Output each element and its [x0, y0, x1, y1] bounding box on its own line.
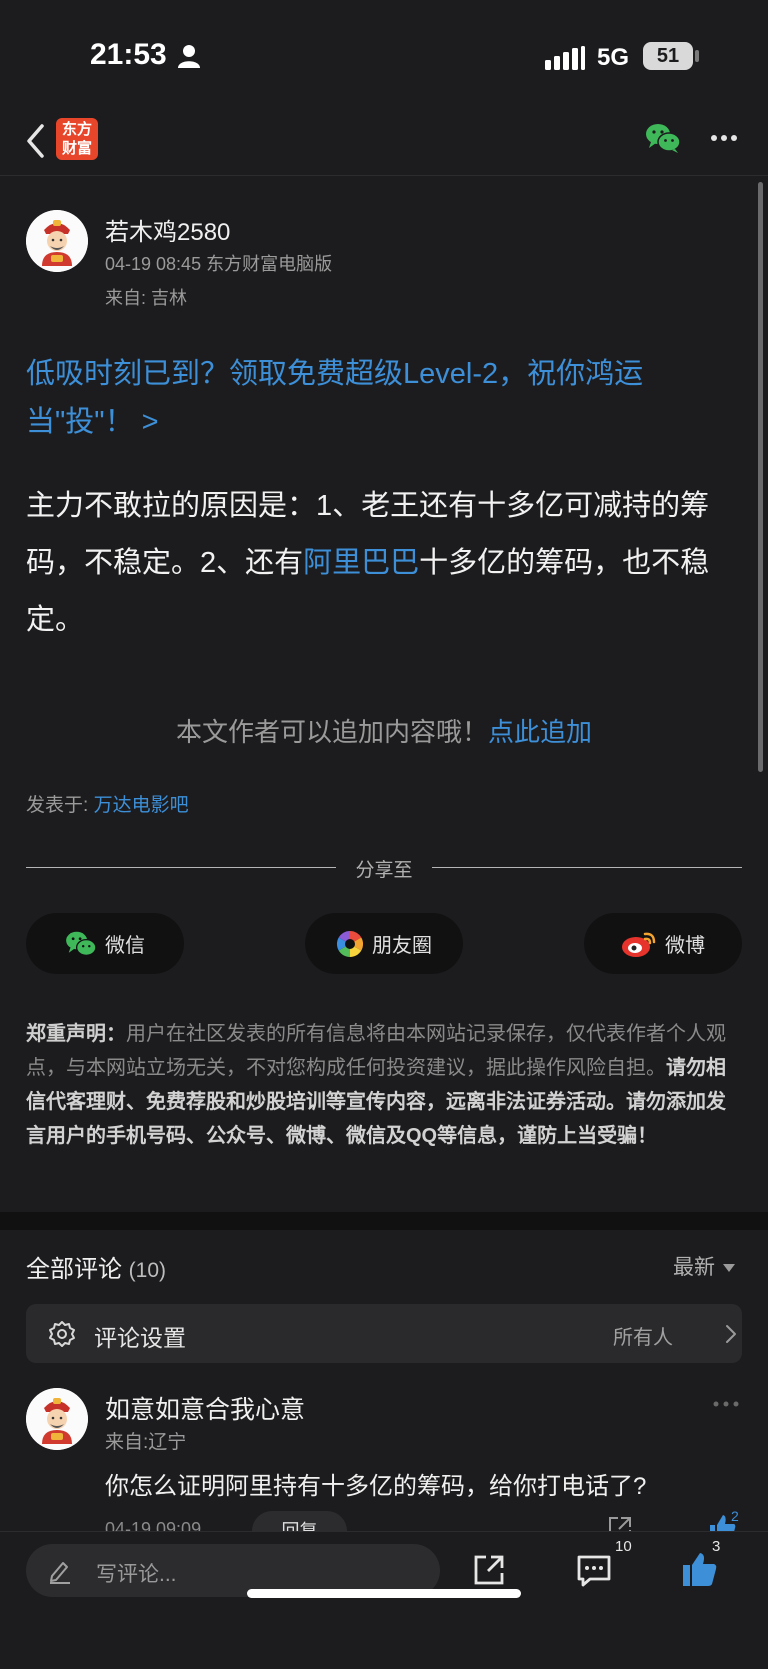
comment-settings-row[interactable]: 评论设置 所有人: [26, 1304, 742, 1363]
battery-tip: [695, 50, 699, 62]
promo-link[interactable]: 低吸时刻已到？领取免费超级Level-2，祝你鸿运当"投"！ >: [26, 350, 726, 446]
append-text: 本文作者可以追加内容哦！: [175, 717, 488, 747]
comment-actions-row: 04-19 09:09 回复: [0, 1505, 768, 1531]
person-icon: [178, 45, 200, 68]
comment-share-icon[interactable]: [607, 1515, 633, 1531]
post-location: 来自: 吉林: [105, 288, 188, 308]
fortune-god-avatar-icon: [26, 210, 88, 272]
battery-level: 51: [656, 45, 680, 67]
stock-link[interactable]: 阿里巴巴: [303, 547, 419, 579]
moments-aperture-icon: [336, 930, 364, 957]
disclaimer: 郑重声明：用户在社区发表的所有信息将由本网站记录保存，仅代表作者个人观点，与本网…: [26, 1017, 744, 1153]
chevron-right-icon: [726, 1325, 736, 1343]
pencil-icon: [50, 1562, 70, 1584]
append-link[interactable]: 点此追加: [488, 717, 592, 747]
comment-icon[interactable]: [576, 1554, 612, 1588]
nav-bar: 东方 财富: [0, 110, 768, 176]
disclaimer-label: 郑重声明：: [26, 1023, 126, 1045]
append-prompt: 本文作者可以追加内容哦！点此追加: [0, 712, 768, 749]
comment-date: 04-19 09:09: [105, 1519, 202, 1531]
comment-input-placeholder: 写评论...: [96, 1563, 177, 1586]
back-arrow-icon[interactable]: [24, 122, 46, 160]
share-title: 分享至: [355, 860, 413, 881]
post-body: 主力不敢拉的原因是：1、老王还有十多亿可减持的筹码，不稳定。2、还有阿里巴巴十多…: [26, 478, 744, 649]
share-wechat-label: 微信: [105, 935, 145, 957]
post-meta: 04-19 08:45 东方财富电脑版: [105, 254, 333, 274]
battery-icon: 51: [643, 42, 693, 70]
published-bar-link[interactable]: 万达电影吧: [94, 795, 189, 816]
comment-count-badge: 10: [615, 1538, 632, 1555]
logo-line-1: 东方: [61, 121, 92, 138]
share-weibo-button[interactable]: 微博: [584, 913, 742, 974]
status-time: 21:53: [90, 38, 167, 71]
author-name[interactable]: 若木鸡2580: [105, 212, 230, 247]
comment-text: 你怎么证明阿里持有十多亿的筹码，给你打电话了?: [105, 1473, 647, 1500]
comments-count: (10): [128, 1259, 167, 1282]
like-icon[interactable]: [680, 1550, 718, 1588]
gear-icon: [49, 1321, 75, 1347]
sort-dropdown[interactable]: 最新: [673, 1251, 735, 1281]
disclaimer-text: 用户在社区发表的所有信息将由本网站记录保存，仅代表作者个人观点，与本网站立场无关…: [26, 1023, 726, 1079]
logo-line-2: 财富: [61, 140, 92, 157]
share-weibo-label: 微博: [665, 935, 705, 957]
signal-icon: [545, 46, 585, 70]
bottom-bar: 写评论... 10 3: [0, 1531, 768, 1669]
author-avatar[interactable]: [26, 210, 88, 272]
sort-label: 最新: [673, 1256, 715, 1279]
comments-header: 全部评论 (10): [26, 1249, 166, 1284]
comment-settings-label: 评论设置: [94, 1325, 186, 1351]
comment-like-count: 2: [731, 1508, 739, 1524]
share-moments-label: 朋友圈: [372, 935, 432, 957]
published-in: 发表于: 万达电影吧: [26, 790, 189, 817]
share-wechat-button[interactable]: 微信: [26, 913, 184, 974]
eastmoney-logo[interactable]: 东方 财富: [56, 118, 98, 160]
like-count-badge: 3: [712, 1538, 721, 1555]
commenter-name[interactable]: 如意如意合我心意: [105, 1390, 305, 1426]
more-icon[interactable]: [710, 134, 738, 142]
fortune-god-avatar-icon: [26, 1388, 88, 1450]
scrollbar[interactable]: [758, 182, 763, 772]
reply-button[interactable]: 回复: [252, 1511, 347, 1531]
status-bar: 21:53 5G 51: [0, 0, 768, 110]
comments-title: 全部评论: [26, 1256, 122, 1283]
commenter-location: 来自:辽宁: [105, 1432, 187, 1453]
published-label: 发表于:: [26, 795, 94, 816]
share-icon[interactable]: [472, 1553, 506, 1587]
share-moments-button[interactable]: 朋友圈: [305, 913, 463, 974]
home-indicator[interactable]: [247, 1589, 521, 1598]
wechat-icon: [66, 931, 97, 956]
weibo-icon: [622, 932, 656, 957]
commenter-avatar[interactable]: [26, 1388, 88, 1450]
comment-more-icon[interactable]: [712, 1400, 740, 1408]
caret-down-icon: [723, 1264, 735, 1273]
wechat-icon[interactable]: [645, 122, 681, 154]
comment-settings-value: 所有人: [613, 1327, 673, 1349]
network-type: 5G: [597, 44, 630, 71]
section-divider: [0, 1212, 768, 1230]
